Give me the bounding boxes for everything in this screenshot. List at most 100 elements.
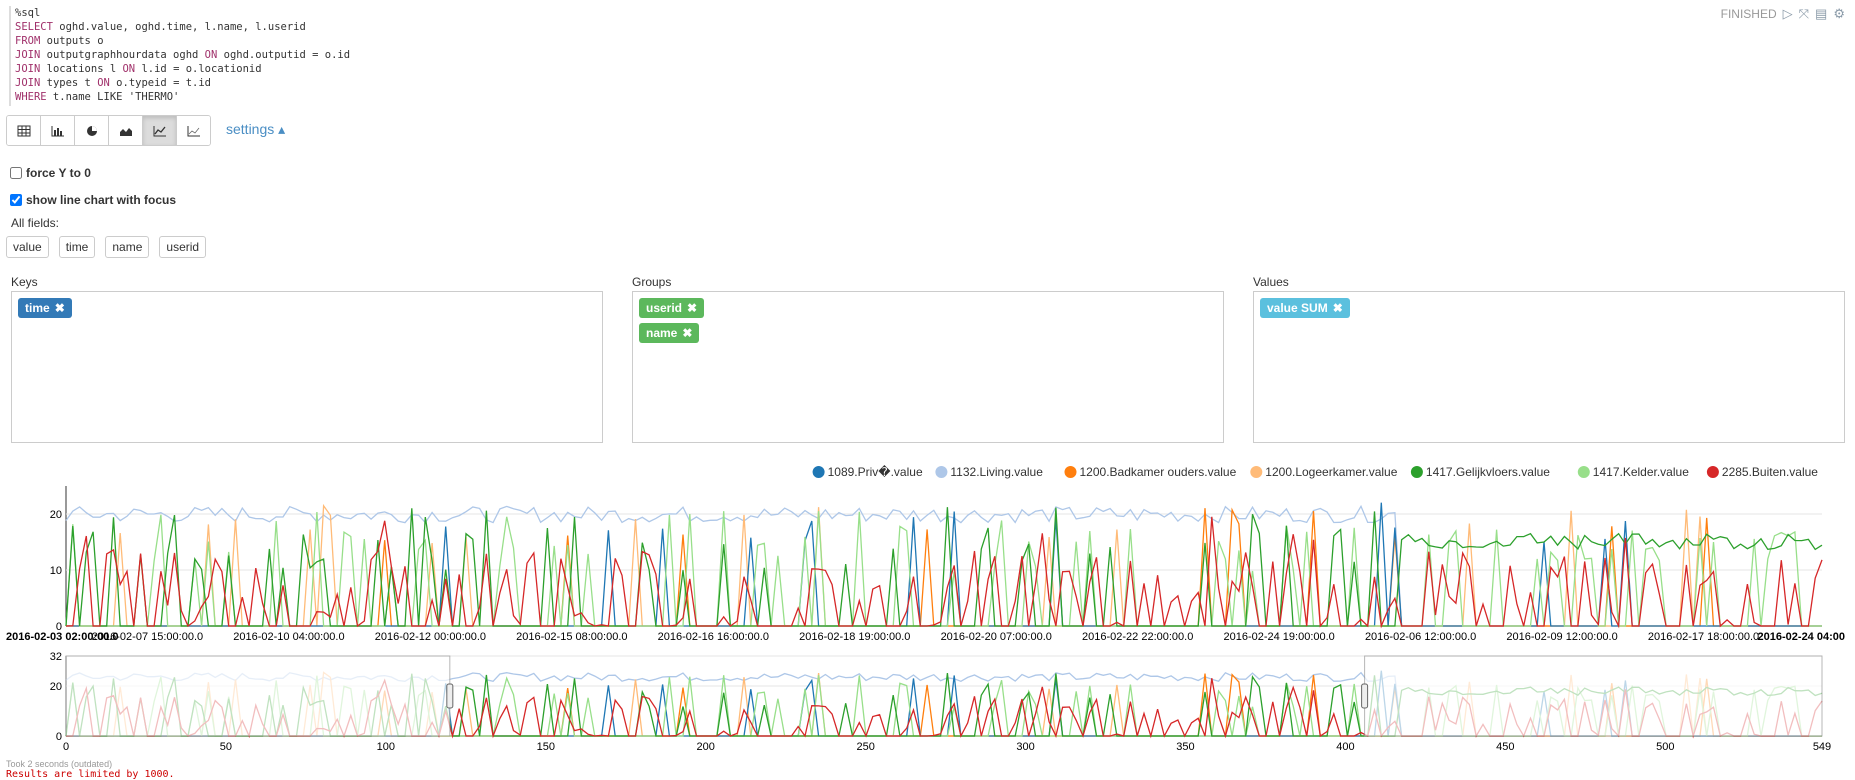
legend-item[interactable]: 2285.Buiten.value (1706, 465, 1818, 479)
chip-label: userid (646, 301, 683, 315)
gear-icon[interactable]: ⚙ (1833, 6, 1845, 22)
field-name[interactable]: name (105, 236, 150, 258)
x-tick-label: 2016-02-17 18:00:00.0 (1648, 631, 1759, 643)
legend-label: 1417.Kelder.value (1593, 465, 1689, 479)
focus-option: show line chart with focus (10, 193, 176, 207)
scatter-chart-icon (187, 125, 200, 136)
focus-y-tick-label: 0 (56, 731, 62, 743)
focus-y-tick-label: 32 (50, 651, 62, 663)
field-list: value time name userid (6, 236, 207, 258)
play-icon[interactable]: ▷ (1783, 6, 1793, 22)
line-chart-button[interactable] (143, 116, 177, 145)
brush-shade-right (1364, 655, 1823, 737)
scatter-chart-button[interactable] (177, 116, 210, 145)
sql-text: l.id = o.locationid (135, 63, 262, 75)
sql-text: locations l (40, 63, 123, 75)
sql-text: o.typeid = t.id (109, 77, 212, 89)
pie-chart-icon (86, 125, 97, 136)
code-line: JOIN outputgraphhourdata oghd ON oghd.ou… (15, 48, 1715, 62)
x-tick-label: 2016-02-06 12:00:00.0 (1365, 631, 1476, 643)
force-y-checkbox[interactable] (10, 167, 22, 179)
legend-swatch (1064, 466, 1077, 478)
y-tick-label: 10 (50, 565, 62, 577)
code-line: %sql (15, 6, 1715, 20)
line-chart-with-focus[interactable]: 1089.Priv�.value 1132.Living.value 1200.Ba… (0, 458, 1855, 758)
sql-keyword: JOIN (15, 63, 41, 75)
force-y-option: force Y to 0 (10, 166, 91, 180)
focus-checkbox[interactable] (10, 194, 22, 206)
table-icon (17, 125, 30, 136)
bar-chart-button[interactable] (41, 116, 75, 145)
code-line: WHERE t.name LIKE 'THERMO' (15, 90, 1715, 104)
legend-item[interactable]: 1417.Kelder.value (1577, 465, 1689, 479)
focus-x-tick-label: 0 (63, 741, 69, 753)
y-tick-label: 20 (50, 509, 62, 521)
remove-icon[interactable]: ✖ (1333, 301, 1343, 315)
line-chart-icon (153, 125, 166, 136)
brush-handle[interactable] (1361, 683, 1369, 709)
focus-x-tick-label: 300 (1016, 741, 1034, 753)
table-view-button[interactable] (7, 116, 41, 145)
legend-label: 1200.Badkamer ouders.value (1080, 465, 1237, 479)
legend-item[interactable]: 1417.Gelijkvloers.value (1410, 465, 1550, 479)
field-userid[interactable]: userid (159, 236, 207, 258)
sql-keyword: ON (204, 49, 218, 61)
chip-label: time (25, 301, 50, 315)
sql-editor[interactable]: %sql SELECT oghd.value, oghd.time, l.name… (9, 6, 1715, 106)
chip-label: value SUM (1267, 301, 1328, 315)
keys-label: Keys (11, 275, 38, 289)
legend-label: 1089.Priv�.value (828, 465, 923, 479)
legend-item[interactable]: 1089.Priv�.value (812, 465, 923, 479)
pie-chart-button[interactable] (75, 116, 109, 145)
field-value[interactable]: value (6, 236, 49, 258)
sql-text: types t (40, 77, 98, 89)
group-chip-userid[interactable]: userid ✖ (639, 298, 705, 318)
legend-swatch (1410, 466, 1423, 478)
sql-keyword: JOIN (15, 77, 41, 89)
group-chip-name[interactable]: name ✖ (639, 323, 700, 343)
legend-item[interactable]: 1200.Badkamer ouders.value (1064, 465, 1237, 479)
code-line: JOIN types t ON o.typeid = t.id (15, 76, 1715, 90)
x-tick-label: 2016-02-22 22:00:00.0 (1082, 631, 1193, 643)
focus-y-tick-label: 20 (50, 681, 62, 693)
x-tick-label: 2016-02-20 07:00:00.0 (941, 631, 1052, 643)
sql-text: outputgraphhourdata oghd (40, 49, 205, 61)
focus-x-tick-label: 200 (697, 741, 715, 753)
legend-label: 1417.Gelijkvloers.value (1426, 465, 1550, 479)
x-tick-label: 2016-02-16 16:00:00.0 (658, 631, 769, 643)
legend-item[interactable]: 1132.Living.value (935, 465, 1043, 479)
remove-icon[interactable]: ✖ (687, 301, 697, 315)
legend-swatch (1577, 466, 1590, 478)
legend-swatch (1706, 466, 1719, 478)
sql-keyword: ON (97, 77, 110, 89)
paragraph-status: FINISHED ▷ ⤧ ▤ ⚙ (1721, 6, 1845, 22)
keys-dropzone[interactable]: time ✖ (11, 291, 603, 443)
area-chart-button[interactable] (109, 116, 143, 145)
book-icon[interactable]: ▤ (1815, 6, 1827, 22)
focus-x-tick-label: 100 (377, 741, 395, 753)
remove-icon[interactable]: ✖ (682, 326, 692, 340)
code-line: SELECT oghd.value, oghd.time, l.name, l.… (15, 20, 1715, 34)
force-y-label: force Y to 0 (26, 166, 91, 180)
remove-icon[interactable]: ✖ (55, 301, 65, 315)
key-chip-time[interactable]: time ✖ (18, 298, 72, 318)
legend-label: 1132.Living.value (950, 465, 1043, 479)
focus-x-tick-label: 500 (1656, 741, 1674, 753)
values-dropzone[interactable]: value SUM ✖ (1253, 291, 1845, 443)
brush-handle[interactable] (446, 683, 454, 709)
field-time[interactable]: time (58, 236, 96, 258)
settings-toggle[interactable]: settings ▴ (226, 121, 285, 138)
sql-keyword: FROM (15, 35, 41, 47)
legend-swatch (935, 466, 948, 478)
sql-keyword: SELECT (15, 21, 53, 33)
sql-text: oghd.value, oghd.time, l.name, l.userid (52, 21, 306, 33)
sql-text: oghd.outputid = o.id (217, 49, 351, 61)
values-label: Values (1253, 275, 1289, 289)
all-fields-label: All fields: (11, 216, 60, 230)
value-chip-sum[interactable]: value SUM ✖ (1260, 298, 1350, 318)
groups-dropzone[interactable]: userid ✖ name ✖ (632, 291, 1224, 443)
x-tick-label: 2016-02-24 19:00:00.0 (1223, 631, 1334, 643)
expand-icon[interactable]: ⤧ (1799, 6, 1809, 22)
status-label: FINISHED (1720, 7, 1777, 21)
legend-item[interactable]: 1200.Logeerkamer.value (1250, 465, 1398, 479)
